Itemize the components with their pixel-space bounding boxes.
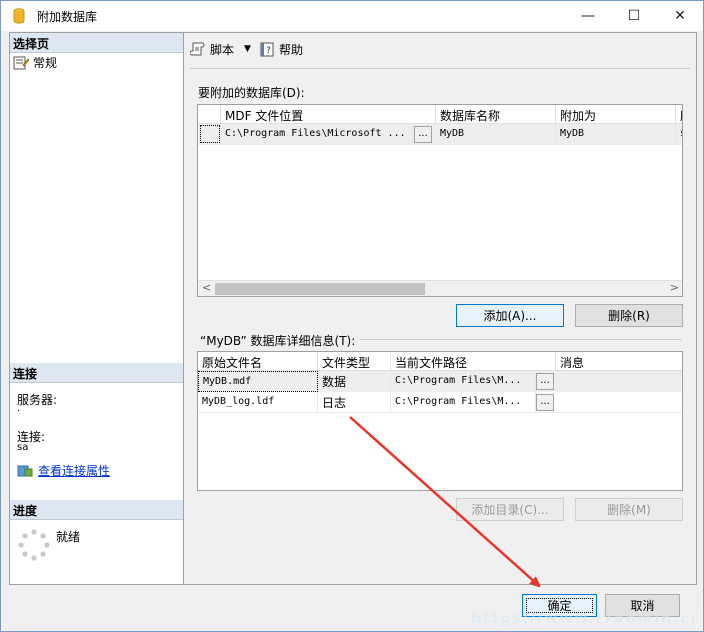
toolbar-divider — [190, 68, 690, 69]
scrollbar-thumb[interactable] — [215, 283, 425, 295]
cell-owner[interactable]: s — [676, 124, 682, 145]
row-selector[interactable] — [200, 125, 220, 143]
properties-icon — [17, 465, 33, 476]
right-pane: 脚本 ▼ ? 帮助 要附加的数据库(D): MDF 文件位置 数据库名称 附加为… — [184, 32, 697, 585]
table-row[interactable]: MyDB_log.ldf 日志 C:\Program Files\M... ..… — [198, 392, 682, 413]
table-row[interactable]: C:\Program Files\Microsoft ... ... MyDB … — [198, 124, 682, 145]
cell-attach-as[interactable]: MyDB — [556, 124, 676, 145]
minimize-icon: — — [581, 8, 595, 24]
details-label: “MyDB” 数据库详细信息(T): — [200, 334, 356, 348]
cell-original-file[interactable]: MyDB_log.ldf — [198, 392, 318, 413]
cell-file-type: 数据 — [318, 371, 391, 392]
page-icon — [13, 56, 29, 69]
page-item-general[interactable]: 常规 — [13, 54, 57, 71]
browse-mdf-button[interactable]: ... — [414, 126, 432, 143]
toolbar: 脚本 ▼ ? 帮助 — [184, 33, 696, 65]
svg-text:?: ? — [266, 46, 271, 56]
column-header-dbname[interactable]: 数据库名称 — [436, 105, 556, 124]
add-button[interactable]: 添加(A)... — [456, 304, 564, 327]
cell-file-type: 日志 — [318, 392, 391, 413]
help-label: 帮助 — [278, 42, 303, 57]
help-button[interactable]: ? 帮助 — [259, 41, 303, 58]
progress-status: 就绪 — [56, 530, 81, 544]
scroll-left-icon[interactable]: < — [202, 281, 211, 294]
view-properties-link: 查看连接属性 — [38, 464, 111, 478]
details-separator — [360, 339, 682, 340]
row-header-column — [198, 105, 221, 124]
server-label: 服务器: — [17, 393, 58, 407]
column-header-owner[interactable]: 所 — [676, 105, 682, 124]
horizontal-scrollbar[interactable]: < > — [198, 280, 682, 296]
script-button[interactable]: 脚本 ▼ — [190, 41, 251, 58]
page-item-label: 常规 — [33, 56, 58, 70]
browse-path-button[interactable]: ... — [536, 394, 554, 411]
script-icon — [190, 42, 205, 55]
browse-path-button[interactable]: ... — [536, 373, 554, 390]
column-header-mdf[interactable]: MDF 文件位置 — [221, 105, 436, 124]
maximize-button[interactable]: ☐ — [611, 1, 657, 31]
progress-spinner-icon — [18, 529, 50, 561]
column-header-message[interactable]: 消息 — [556, 352, 682, 371]
cell-original-file[interactable]: MyDB.mdf — [198, 371, 318, 392]
close-button[interactable]: ✕ — [657, 1, 703, 31]
remove-detail-button[interactable]: 删除(M) — [575, 498, 683, 521]
progress-header: 进度 — [10, 500, 183, 520]
attach-database-dialog: 附加数据库 — ☐ ✕ 选择页 常规 连接 服务器: . 连接: sa 查看连接… — [0, 0, 704, 632]
database-icon — [13, 8, 25, 24]
title-bar: 附加数据库 — ☐ ✕ — [1, 1, 703, 31]
column-header-attach-as[interactable]: 附加为 — [556, 105, 676, 124]
window-title: 附加数据库 — [37, 10, 98, 24]
left-pane: 选择页 常规 连接 服务器: . 连接: sa 查看连接属性 进度 就绪 — [9, 32, 184, 585]
attach-grid-label: 要附加的数据库(D): — [198, 86, 305, 100]
column-header-original-file[interactable]: 原始文件名 — [198, 352, 318, 371]
help-icon: ? — [260, 42, 274, 56]
server-value: . — [17, 403, 21, 414]
watermark: https://www.i7admin.cc — [471, 611, 702, 627]
cell-current-path: C:\Program Files\M... — [391, 371, 536, 392]
table-row[interactable]: MyDB.mdf 数据 C:\Program Files\M... ... — [198, 371, 682, 392]
remove-button[interactable]: 删除(R) — [575, 304, 683, 327]
select-page-header: 选择页 — [10, 33, 183, 53]
connection-value: sa — [17, 442, 29, 453]
cell-current-path: C:\Program Files\M... — [391, 392, 536, 413]
maximize-icon: ☐ — [627, 8, 641, 24]
cell-mdf-location: C:\Program Files\Microsoft ... — [221, 124, 413, 145]
cell-dbname[interactable]: MyDB — [436, 124, 556, 145]
view-connection-properties[interactable]: 查看连接属性 — [17, 462, 110, 479]
database-details-grid[interactable]: 原始文件名 文件类型 当前文件路径 消息 MyDB.mdf 数据 C:\Prog… — [197, 351, 683, 491]
column-header-file-type[interactable]: 文件类型 — [318, 352, 391, 371]
script-label: 脚本 — [210, 42, 235, 57]
chevron-down-icon[interactable]: ▼ — [244, 44, 251, 54]
scroll-right-icon[interactable]: > — [670, 281, 679, 294]
add-catalog-button[interactable]: 添加目录(C)... — [456, 498, 564, 521]
column-header-current-path[interactable]: 当前文件路径 — [391, 352, 556, 371]
minimize-button[interactable]: — — [565, 1, 611, 31]
attach-databases-grid[interactable]: MDF 文件位置 数据库名称 附加为 所 C:\Program Files\Mi… — [197, 104, 683, 297]
connection-header: 连接 — [10, 363, 183, 383]
close-icon: ✕ — [674, 8, 686, 24]
